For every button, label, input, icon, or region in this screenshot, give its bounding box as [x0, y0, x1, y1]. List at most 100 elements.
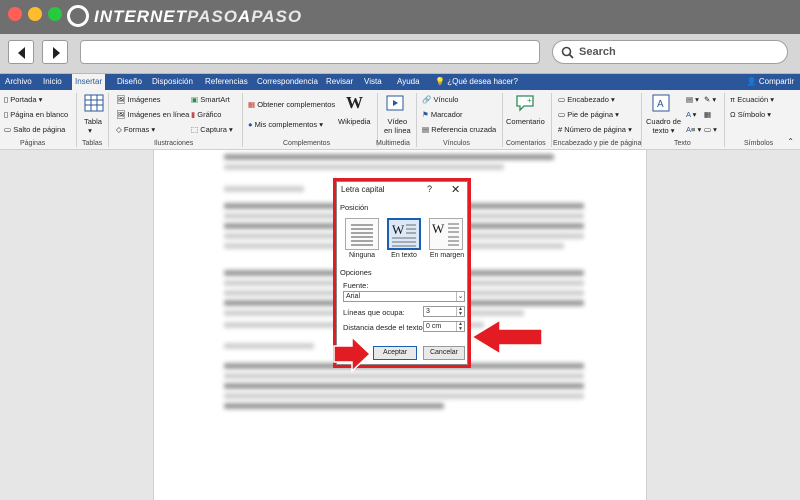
table-button[interactable]: Tabla ▾	[84, 117, 102, 135]
tab-disposicion[interactable]: Disposición	[149, 74, 196, 90]
link-button[interactable]: 🔗 Vínculo	[422, 95, 458, 104]
equation-button[interactable]: π Ecuación ▾	[730, 95, 774, 104]
group-label-encabezado: Encabezado y pie de página	[553, 140, 642, 147]
position-section-label: Posición	[340, 203, 369, 212]
lines-stepper[interactable]: 3 ▲ ▼	[423, 306, 465, 317]
group-label-texto: Texto	[674, 140, 691, 147]
blank-page-icon: ▯	[4, 110, 9, 119]
close-dialog-button[interactable]: ✕	[451, 183, 460, 196]
screenshot-button[interactable]: ⬚ Captura ▾	[191, 125, 233, 134]
tab-archivo[interactable]: Archivo	[2, 74, 35, 90]
url-input[interactable]	[80, 40, 540, 64]
datetime-icon[interactable]: ▦	[704, 110, 711, 119]
distance-value: 0 cm	[426, 323, 442, 330]
minimize-window-button[interactable]	[28, 7, 42, 21]
in-text-layout-icon: W	[392, 222, 416, 247]
position-in-text-option[interactable]: W	[387, 218, 421, 250]
chart-icon: ▮	[191, 110, 196, 119]
options-section-label: Opciones	[340, 268, 372, 277]
wordart-icon[interactable]: A ▾	[686, 110, 696, 119]
page-break-button[interactable]: ▭ Salto de página	[4, 125, 65, 134]
forward-button[interactable]	[42, 40, 68, 64]
search-icon	[561, 46, 574, 59]
svg-text:W: W	[392, 222, 405, 237]
distance-label: Distancia desde el texto:	[343, 323, 425, 332]
svg-text:A: A	[657, 99, 664, 110]
symbol-button[interactable]: Ω Símbolo ▾	[730, 110, 771, 119]
online-images-button[interactable]: 🖼 Imágenes en línea	[116, 110, 189, 119]
tab-referencias[interactable]: Referencias	[202, 74, 251, 90]
video-icon	[386, 95, 404, 111]
back-button[interactable]	[8, 40, 34, 64]
position-margin-option[interactable]: W	[429, 218, 463, 250]
tab-insertar[interactable]: Insertar	[72, 74, 106, 90]
new-comment-button[interactable]: Comentario	[506, 117, 545, 126]
share-button[interactable]: 👤 Compartir	[747, 74, 794, 90]
group-label-tablas: Tablas	[82, 140, 103, 147]
cancel-button[interactable]: Cancelar	[423, 346, 465, 360]
collapse-ribbon-icon[interactable]: ⌃	[787, 137, 794, 146]
brand-logo-text: INTERNETPASOAPASO	[94, 7, 303, 26]
shapes-icon: ◇	[116, 125, 122, 134]
online-video-button[interactable]: Vídeo en línea	[384, 117, 411, 135]
tab-correspondencia[interactable]: Correspondencia	[254, 74, 321, 90]
bookmark-button[interactable]: ⚑ Marcador	[422, 110, 463, 119]
group-label-complementos: Complementos	[283, 140, 331, 147]
tab-ayuda[interactable]: Ayuda	[394, 74, 423, 90]
tab-vista[interactable]: Vista	[361, 74, 385, 90]
wikipedia-button[interactable]: Wikipedia	[338, 117, 371, 126]
none-layout-icon	[351, 224, 373, 246]
chart-button[interactable]: ▮ Gráfico	[191, 110, 221, 119]
svg-text:+: +	[527, 96, 532, 105]
back-arrow-icon	[18, 47, 25, 59]
header-icon: ▭	[558, 95, 566, 104]
dropcap-icon[interactable]: A≡ ▾	[686, 125, 701, 134]
position-none-option[interactable]	[345, 218, 379, 250]
stepper-icon[interactable]: ▲ ▼	[456, 322, 464, 331]
search-placeholder: Search	[579, 46, 616, 58]
object-icon[interactable]: ▭ ▾	[704, 125, 717, 134]
signature-icon[interactable]: ✎ ▾	[704, 95, 716, 104]
tell-me-label: ¿Qué desea hacer?	[447, 77, 518, 86]
image-icon: 🖼	[116, 95, 126, 104]
font-select[interactable]: Arial ⌄	[343, 291, 465, 302]
cross-reference-button[interactable]: ▤ Referencia cruzada	[422, 125, 496, 134]
pi-icon: π	[730, 95, 736, 104]
search-input[interactable]: Search	[552, 40, 788, 64]
browser-navbar: Search	[0, 34, 800, 74]
share-label: Compartir	[758, 77, 794, 86]
smartart-button[interactable]: ▣ SmartArt	[191, 95, 230, 104]
tab-diseno[interactable]: Diseño	[114, 74, 145, 90]
group-label-simbolos: Símbolos	[744, 140, 774, 147]
stepper-icon[interactable]: ▲ ▼	[456, 307, 464, 316]
help-button[interactable]: ?	[427, 184, 432, 194]
person-icon: 👤	[746, 77, 757, 86]
blank-page-button[interactable]: ▯ Página en blanco	[4, 110, 68, 119]
maximize-window-button[interactable]	[48, 7, 62, 21]
my-addins-button[interactable]: ● Mis complementos ▾	[248, 120, 323, 129]
text-box-button[interactable]: Cuadro de texto ▾	[646, 117, 681, 135]
store-icon: ▦	[248, 100, 256, 109]
distance-stepper[interactable]: 0 cm ▲ ▼	[423, 321, 465, 332]
group-label-paginas: Páginas	[20, 140, 46, 147]
tell-me-search[interactable]: 💡 ¿Qué desea hacer?	[432, 74, 521, 90]
accept-button[interactable]: Aceptar	[373, 346, 417, 360]
chevron-down-icon: ⌄	[456, 292, 464, 301]
images-button[interactable]: 🖼 Imágenes	[116, 95, 161, 104]
font-label: Fuente:	[343, 281, 369, 290]
tab-revisar[interactable]: Revisar	[323, 74, 356, 90]
position-margin-label: En margen	[429, 252, 465, 259]
header-button[interactable]: ▭ Encabezado ▾	[558, 95, 615, 104]
footer-icon: ▭	[558, 110, 566, 119]
tab-inicio[interactable]: Inicio	[40, 74, 65, 90]
red-arrow-right-icon	[333, 335, 372, 373]
portada-button[interactable]: ▯ Portada ▾	[4, 95, 42, 104]
shapes-button[interactable]: ◇ Formas ▾	[116, 125, 155, 134]
link-icon: 🔗	[422, 95, 432, 104]
close-window-button[interactable]	[8, 7, 22, 21]
page-number-button[interactable]: # Número de página ▾	[558, 125, 632, 134]
quick-parts-icon[interactable]: ▤ ▾	[686, 95, 699, 104]
footer-button[interactable]: ▭ Pie de página ▾	[558, 110, 619, 119]
omega-icon: Ω	[730, 110, 736, 119]
get-addins-button[interactable]: ▦ Obtener complementos	[248, 100, 335, 109]
